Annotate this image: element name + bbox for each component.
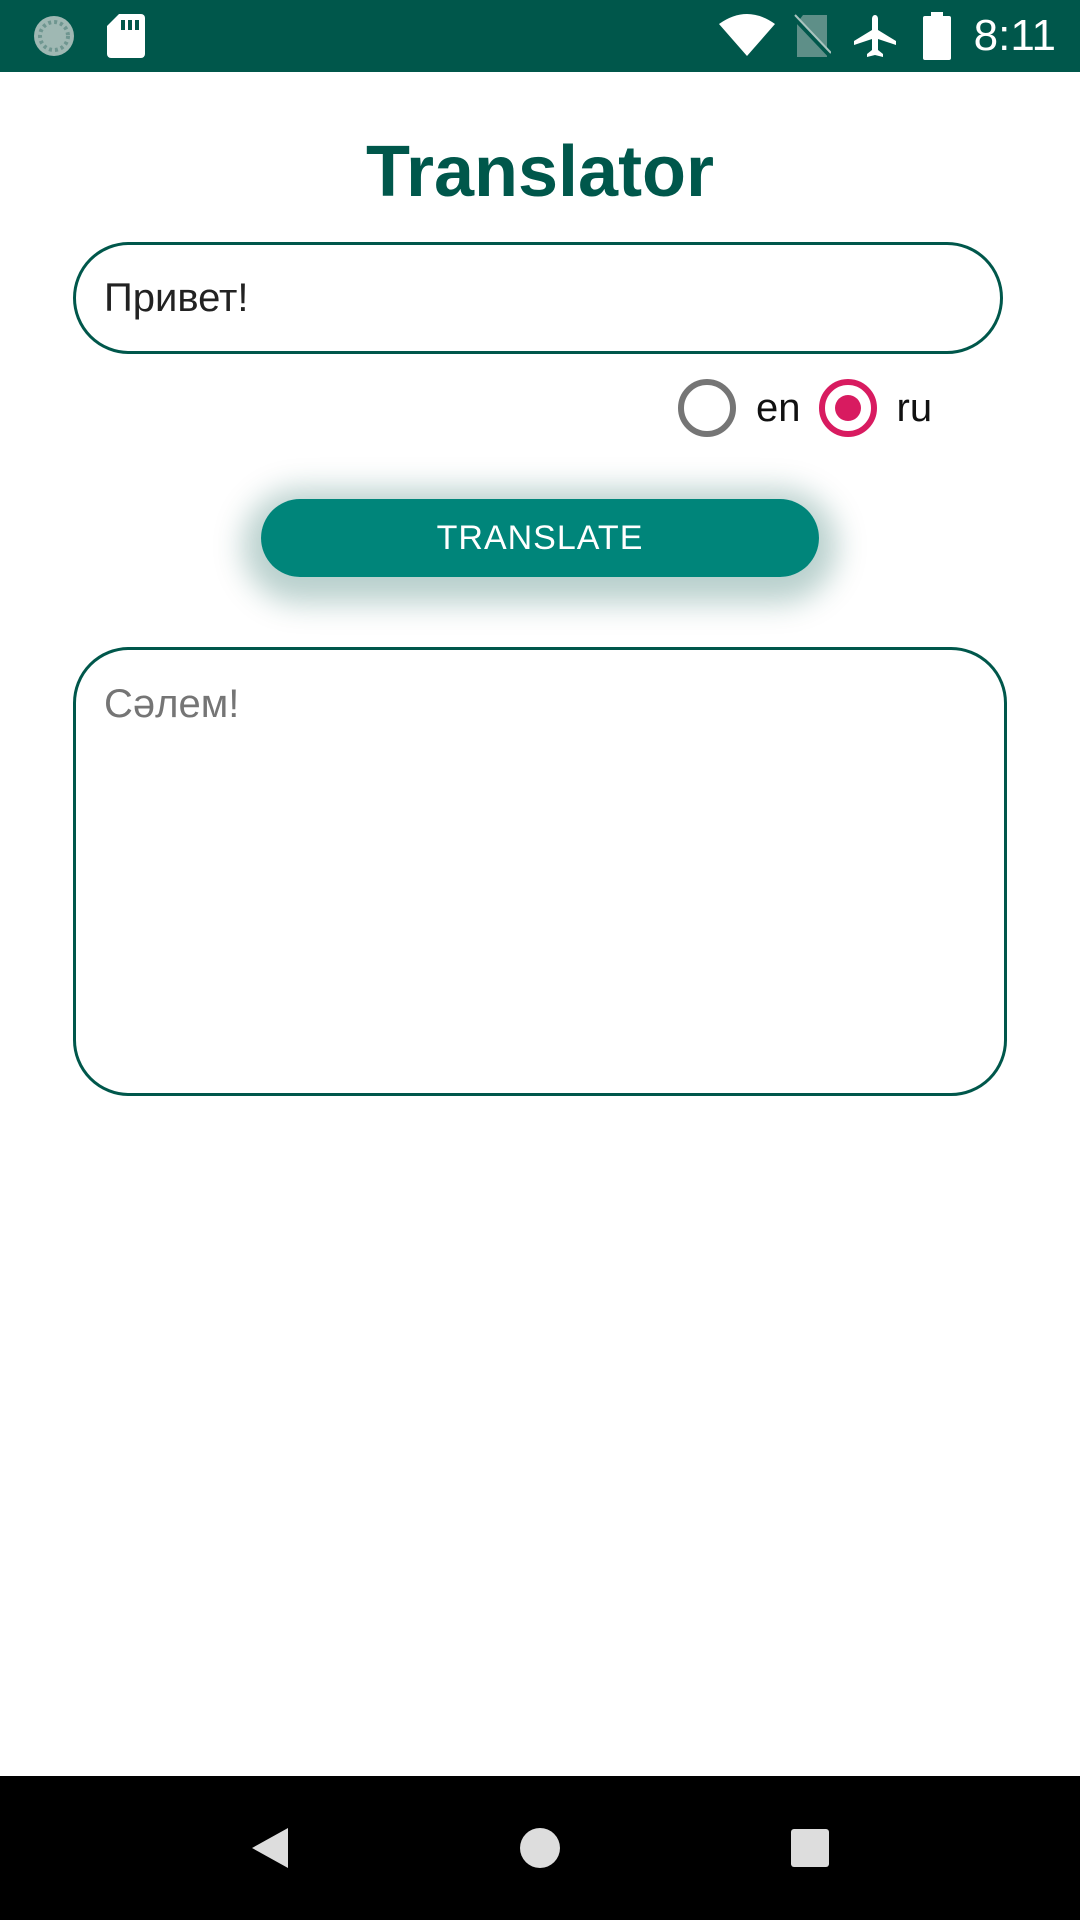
navigation-bar <box>0 1776 1080 1920</box>
status-bar: 8:11 <box>0 0 1080 72</box>
back-icon[interactable] <box>210 1776 330 1920</box>
language-radio-group: en ru <box>678 376 950 440</box>
radio-option-en[interactable]: en <box>678 379 801 437</box>
battery-icon <box>922 0 952 72</box>
no-sim-icon <box>792 0 832 72</box>
radio-label-en: en <box>756 385 801 430</box>
recents-icon[interactable] <box>750 1776 870 1920</box>
radio-button-en[interactable] <box>678 379 736 437</box>
page-title: Translator <box>365 132 715 212</box>
sync-icon <box>30 0 78 72</box>
translation-output[interactable]: Сәлем! <box>73 647 1007 1096</box>
translate-button[interactable]: TRANSLATE <box>261 499 819 577</box>
status-time: 8:11 <box>973 11 1056 60</box>
home-icon[interactable] <box>480 1776 600 1920</box>
source-text-value: Привет! <box>104 276 249 320</box>
sd-card-icon <box>104 0 148 72</box>
radio-option-ru[interactable]: ru <box>818 379 933 437</box>
source-text-input[interactable]: Привет! <box>73 242 1003 354</box>
radio-label-ru: ru <box>896 385 933 430</box>
screen: 8:11 Translator Привет! en ru TRANSLATE … <box>0 0 1080 1920</box>
airplane-mode-icon <box>850 0 900 72</box>
radio-button-ru[interactable] <box>818 379 877 437</box>
wifi-icon <box>718 0 776 72</box>
translation-output-value: Сәлем! <box>104 682 240 726</box>
